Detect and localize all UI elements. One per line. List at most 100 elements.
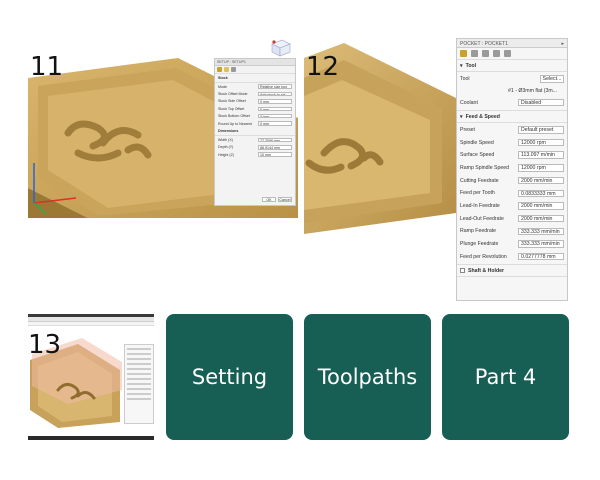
tile-setting: Setting	[166, 314, 293, 440]
form-row: Lead-Out Feedrate 2000 mm/min	[457, 212, 567, 225]
form-row: Depth (Y) 88.9144 mm	[215, 144, 295, 151]
form-row: Plunge Feedrate 333.333 mm/min	[457, 238, 567, 251]
plunge-feedrate-input[interactable]: 333.333 mm/min	[518, 240, 564, 248]
feed-per-revolution-input[interactable]: 0.0277778 mm	[518, 252, 564, 261]
browser-bar	[28, 322, 154, 326]
form-row: Feed per Revolution 0.0277778 mm	[457, 250, 567, 266]
round-up-input[interactable]: 0 mm	[258, 121, 292, 126]
field-label: Depth (Y)	[218, 145, 234, 150]
form-row: Tool Select...	[457, 72, 567, 85]
linking-tab-icon[interactable]	[504, 50, 511, 57]
field-label: Surface Speed	[460, 152, 495, 159]
lead-out-feedrate-input[interactable]: 2000 mm/min	[518, 214, 564, 223]
ramp-spindle-speed-input[interactable]: 12000 rpm	[518, 164, 564, 172]
setup-dialog-tabs	[215, 66, 295, 74]
field-label: Stock Top Offset	[218, 106, 245, 111]
cancel-button[interactable]: Cancel	[278, 197, 292, 202]
form-row: Ramp Feedrate 333.333 mm/min	[457, 225, 567, 238]
form-row: Lead-In Feedrate 2000 mm/min	[457, 200, 567, 213]
cutting-feedrate-input[interactable]: 2000 mm/min	[518, 176, 564, 185]
field-label: Mode	[218, 84, 227, 89]
form-row: Feed per Tooth 0.0833333 mm	[457, 187, 567, 200]
stock-tab-icon[interactable]	[224, 67, 229, 72]
stock-offset-mode-select[interactable]: Add stock to sid...	[258, 91, 292, 97]
field-label: Lead-In Feedrate	[460, 202, 500, 209]
section-tool-label: Tool	[465, 62, 477, 69]
checkbox[interactable]	[460, 268, 465, 274]
viewcube-icon[interactable]	[268, 38, 292, 58]
field-label: Cutting Feedrate	[460, 177, 499, 184]
section-stock[interactable]: Stock	[215, 74, 295, 83]
mode-select[interactable]: Relative size box	[258, 84, 292, 89]
section-shaft-label: Shaft & Holder	[468, 267, 505, 274]
step-number-13: 13	[28, 330, 62, 360]
field-label: Width (X)	[218, 137, 233, 142]
field-label: Stock Offset Mode	[218, 92, 248, 97]
taskbar	[28, 436, 154, 440]
geometry-tab-icon[interactable]	[471, 50, 478, 57]
heights-tab-icon[interactable]	[482, 50, 489, 57]
stock-top-offset-input[interactable]: 0 mm	[258, 106, 292, 112]
field-label: Ramp Feedrate	[460, 228, 497, 235]
field-label: Preset	[460, 126, 475, 133]
pocket-dialog: POCKET : POCKET1 ▸ ▾ Tool Tool Select... #…	[456, 38, 568, 301]
field-label: Stock Bottom Offset	[218, 114, 250, 119]
post-tab-icon[interactable]	[231, 67, 236, 72]
coolant-label: Coolant	[460, 99, 478, 106]
ok-button[interactable]: OK	[262, 197, 276, 202]
tool-label: Tool	[460, 75, 470, 82]
tile-toolpaths: Toolpaths	[304, 314, 431, 440]
field-label: Round Up to Nearest	[218, 121, 252, 126]
form-row: Round Up to Nearest 0 mm	[215, 120, 295, 127]
field-label: Spindle Speed	[460, 139, 494, 146]
pocket-dialog-title: POCKET : POCKET1	[460, 40, 508, 47]
select-tool-button[interactable]: Select...	[540, 74, 564, 83]
height-value: 10 mm	[258, 152, 292, 157]
tool-tab-icon[interactable]	[460, 50, 467, 57]
dialog-footer: OK Cancel	[262, 197, 292, 202]
form-row: Width (X) 77.3586 mm	[215, 136, 295, 143]
tool-description: #1 - Ø3mm flat (3m...	[508, 87, 558, 94]
stock-bottom-offset-input[interactable]: 0 mm	[258, 113, 292, 119]
field-label: Feed per Revolution	[460, 253, 507, 260]
form-row: Surface Speed 113.097 m/min	[457, 149, 567, 162]
collapse-icon[interactable]: ▸	[561, 41, 564, 47]
spindle-speed-input[interactable]: 12000 rpm	[518, 138, 564, 147]
form-row: Ramp Spindle Speed 12000 rpm	[457, 162, 567, 175]
form-row: Stock Bottom Offset 0 mm	[215, 113, 295, 120]
pocket-dialog-header: POCKET : POCKET1 ▸	[457, 39, 567, 48]
preset-select[interactable]: Default preset	[518, 126, 564, 134]
chevron-down-icon: ▾	[460, 113, 463, 120]
feed-per-tooth-input[interactable]: 0.0833333 mm	[518, 189, 564, 197]
thumbnail-dialog	[124, 344, 154, 424]
passes-tab-icon[interactable]	[493, 50, 500, 57]
form-row: Stock Side Offset 0 mm	[215, 98, 295, 105]
field-label: Lead-Out Feedrate	[460, 215, 504, 222]
form-row: Preset Default preset	[457, 123, 567, 136]
ramp-feedrate-input[interactable]: 333.333 mm/min	[518, 227, 564, 236]
field-label: Stock Side Offset	[218, 99, 246, 104]
coolant-select[interactable]: Disabled	[518, 98, 564, 107]
form-row: #1 - Ø3mm flat (3m...	[457, 85, 567, 96]
section-feed-speed[interactable]: ▾ Feed & Speed	[457, 111, 567, 124]
chevron-down-icon: ▾	[460, 62, 463, 69]
form-row: Spindle Speed 12000 rpm	[457, 136, 567, 149]
pocket-dialog-tabs	[457, 48, 567, 60]
form-row: Stock Offset Mode Add stock to sid...	[215, 90, 295, 97]
section-shaft-holder[interactable]: Shaft & Holder	[457, 265, 567, 278]
section-tool[interactable]: ▾ Tool	[457, 60, 567, 72]
lead-in-feedrate-input[interactable]: 2000 mm/min	[518, 202, 564, 210]
section-dimensions[interactable]: Dimensions	[215, 127, 295, 137]
field-label: Plunge Feedrate	[460, 241, 499, 247]
setup-dialog: SETUP : SETUP1 Stock Mode Relative size b…	[214, 58, 296, 206]
form-row: Mode Relative size box	[215, 83, 295, 90]
stock-side-offset-input[interactable]: 0 mm	[258, 99, 292, 104]
setup-dialog-title: SETUP : SETUP1	[215, 59, 295, 66]
width-value: 77.3586 mm	[258, 137, 292, 143]
depth-value: 88.9144 mm	[258, 145, 292, 150]
field-label: Feed per Tooth	[460, 190, 495, 197]
step-number-11: 11	[30, 52, 64, 82]
setup-tab-icon[interactable]	[217, 67, 222, 72]
surface-speed-input[interactable]: 113.097 m/min	[518, 151, 564, 159]
field-label: Ramp Spindle Speed	[460, 164, 510, 171]
